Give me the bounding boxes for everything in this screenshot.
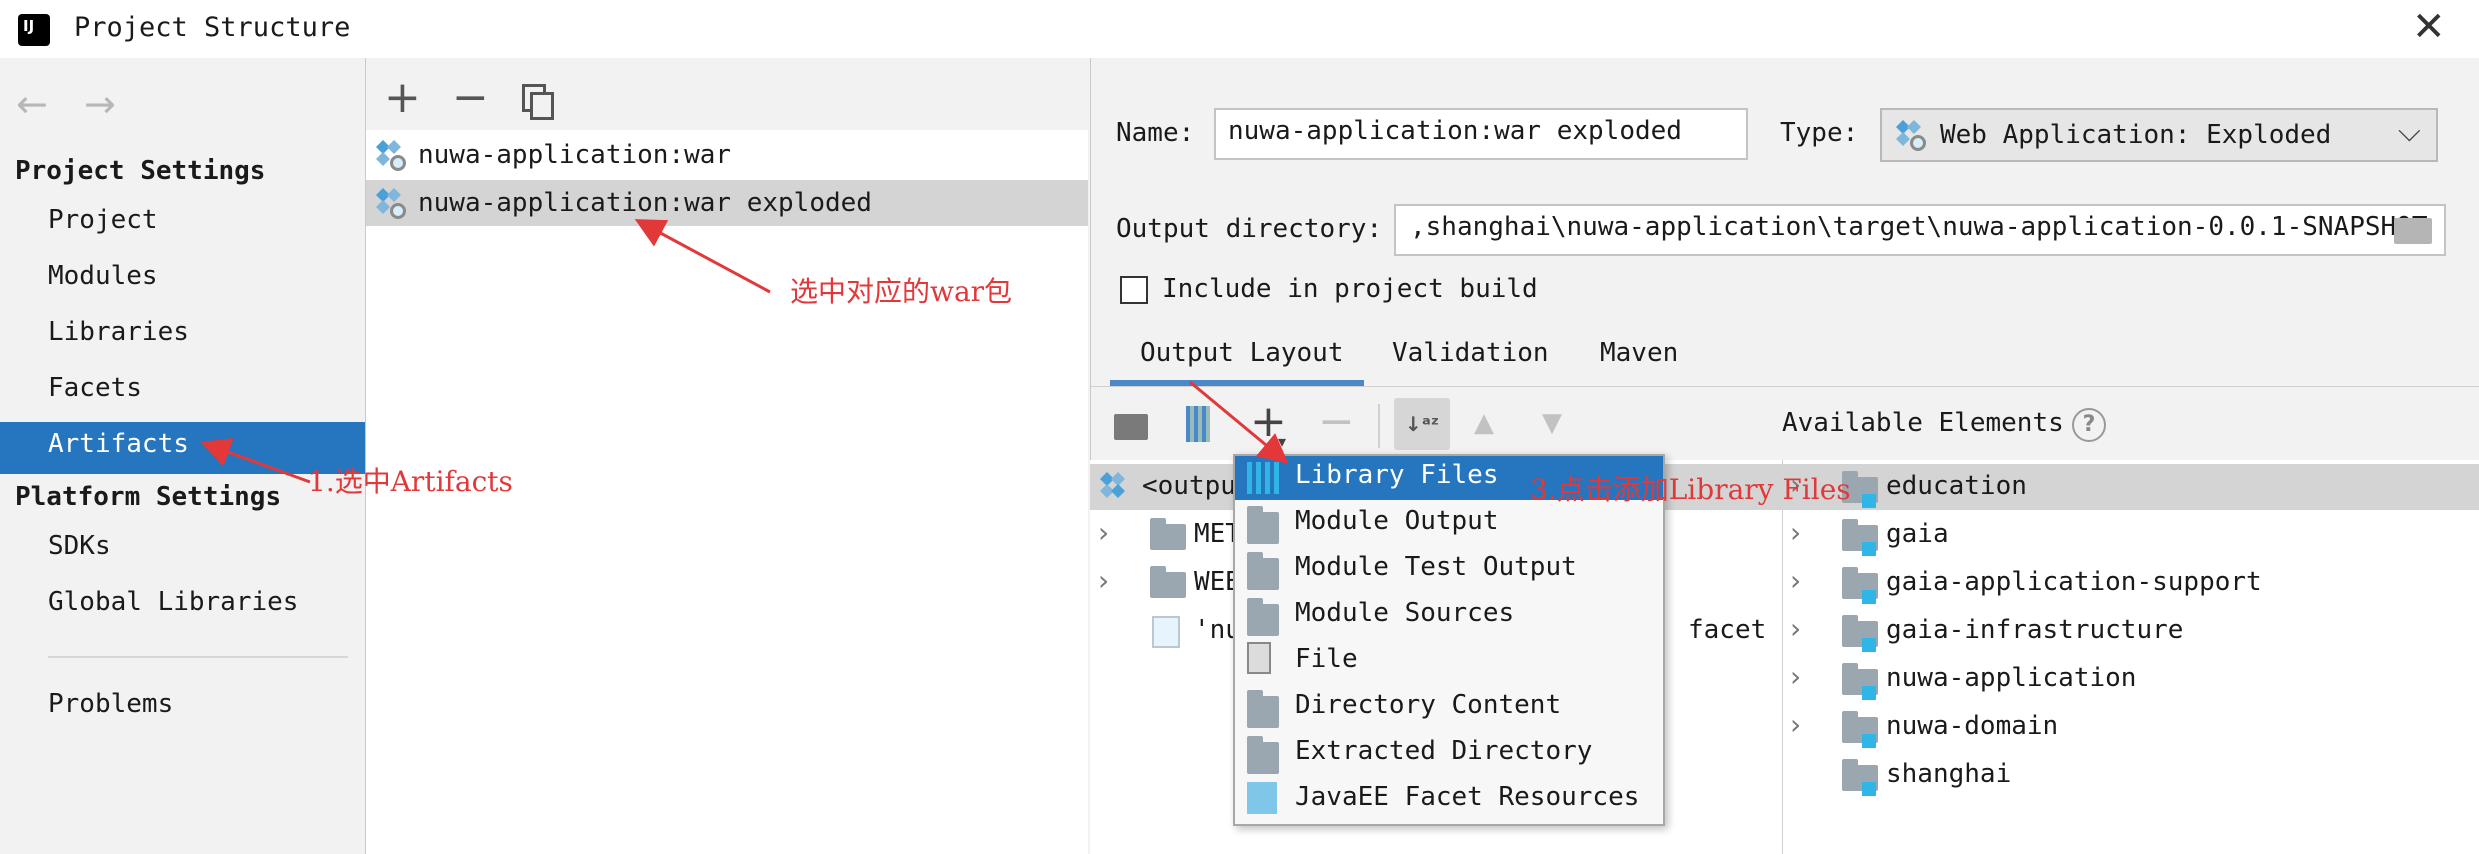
annotation-select-artifacts: 1.选中Artifacts xyxy=(308,465,513,498)
annotation-select-war: 选中对应的war包 xyxy=(790,275,1013,308)
annotation-add-library-files: 3.点击添加Library Files xyxy=(1530,473,1851,506)
annotation-arrows xyxy=(200,219,1289,484)
